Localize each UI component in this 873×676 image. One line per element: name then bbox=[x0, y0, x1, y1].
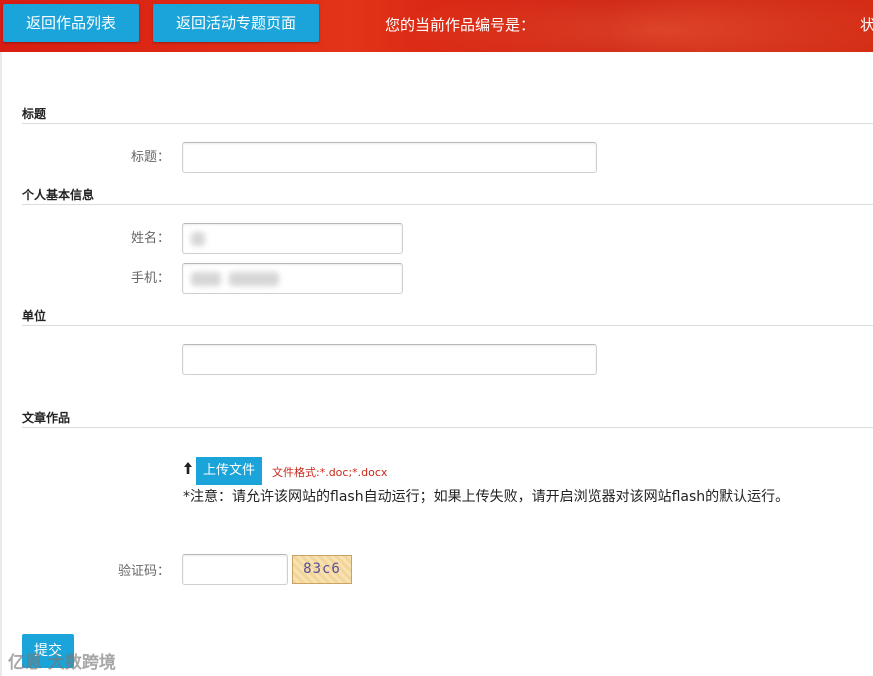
section-title-heading: 标题 bbox=[22, 107, 47, 121]
status-label: 状 bbox=[860, 16, 873, 34]
section-article-heading: 文章作品 bbox=[22, 411, 71, 425]
upload-arrow-icon bbox=[184, 462, 192, 474]
captcha-input[interactable] bbox=[182, 554, 288, 585]
captcha-label: 验证码： bbox=[117, 564, 170, 579]
blurred-phone-value-part1 bbox=[191, 272, 221, 286]
section-personal-info-heading: 个人基本信息 bbox=[22, 188, 95, 202]
section-divider bbox=[22, 123, 873, 124]
section-divider bbox=[22, 325, 873, 326]
phone-input[interactable] bbox=[182, 263, 403, 294]
section-organization-heading: 单位 bbox=[22, 309, 47, 323]
file-format-hint: 文件格式:*.doc;*.docx bbox=[272, 466, 388, 479]
flash-notice: *注意：请允许该网站的flash自动运行；如果上传失败，请开启浏览器对该网站fl… bbox=[183, 489, 790, 505]
work-number-label: 您的当前作品编号是： bbox=[385, 16, 536, 34]
organization-input[interactable] bbox=[182, 344, 597, 375]
section-divider bbox=[22, 427, 873, 428]
name-input[interactable] bbox=[182, 223, 403, 254]
captcha-image[interactable]: 83c6 bbox=[292, 555, 352, 584]
blurred-phone-value-part2 bbox=[229, 272, 279, 286]
title-input[interactable] bbox=[182, 142, 597, 173]
upload-file-button[interactable]: 上传文件 bbox=[196, 457, 262, 485]
section-divider bbox=[22, 204, 873, 205]
back-to-list-button[interactable]: 返回作品列表 bbox=[3, 4, 139, 42]
top-bar: 返回作品列表 返回活动专题页面 您的当前作品编号是： 状 bbox=[0, 0, 873, 52]
title-label: 标题： bbox=[130, 150, 170, 165]
name-label: 姓名： bbox=[130, 231, 170, 246]
back-to-topic-button[interactable]: 返回活动专题页面 bbox=[153, 4, 319, 42]
page-left-border bbox=[0, 52, 2, 676]
watermark: 亿恩 大数跨境 bbox=[8, 653, 116, 673]
phone-label: 手机： bbox=[130, 271, 170, 286]
blurred-name-value bbox=[191, 232, 205, 246]
